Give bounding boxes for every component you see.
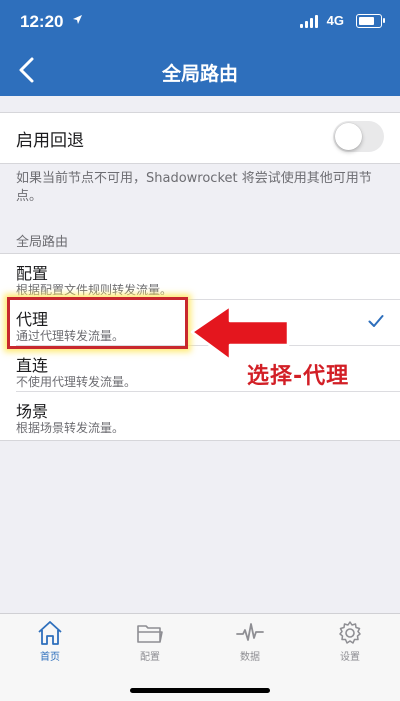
tab-label: 配置 <box>140 652 160 663</box>
location-arrow-icon <box>73 15 82 24</box>
tab-settings[interactable]: 设置 <box>320 620 380 664</box>
option-subtitle: 不使用代理转发流量。 <box>16 375 137 389</box>
network-type: 4G <box>326 13 344 28</box>
status-right: 4G <box>282 13 385 31</box>
tab-label: 首页 <box>40 652 60 663</box>
signal-icon <box>300 15 320 28</box>
fallback-label: 启用回退 <box>16 131 84 151</box>
battery-icon <box>356 14 385 28</box>
gear-icon <box>339 621 361 644</box>
tab-bar: 首页 配置 数据 设置 <box>0 613 400 701</box>
tab-data[interactable]: 数据 <box>220 620 280 664</box>
fallback-row: 启用回退 <box>0 112 400 164</box>
option-subtitle: 根据配置文件规则转发流量。 <box>16 283 173 297</box>
annotation-text: 选择-代理 <box>247 364 350 389</box>
tab-label: 设置 <box>340 652 360 663</box>
checkmark-icon <box>368 315 384 327</box>
navigation-bar: 全局路由 <box>0 44 400 96</box>
fallback-toggle[interactable] <box>333 121 384 152</box>
home-icon <box>38 621 62 645</box>
page-title: 全局路由 <box>161 63 238 85</box>
option-config[interactable]: 配置 根据配置文件规则转发流量。 <box>0 254 400 300</box>
tab-label: 数据 <box>240 652 260 663</box>
fallback-note: 如果当前节点不可用，Shadowrocket 将尝试使用其他可用节点。 <box>16 171 372 204</box>
option-scene[interactable]: 场景 根据场景转发流量。 <box>0 392 400 438</box>
home-indicator <box>130 688 270 693</box>
tab-config[interactable]: 配置 <box>120 620 180 664</box>
option-subtitle: 根据场景转发流量。 <box>16 421 125 435</box>
status-bar: 12:20 4G <box>0 0 400 44</box>
status-time: 12:20 <box>20 12 64 31</box>
tab-home[interactable]: 首页 <box>20 620 80 664</box>
toggle-knob <box>335 123 362 150</box>
folder-icon <box>137 625 163 643</box>
red-arrow-icon <box>190 304 290 362</box>
waveform-icon <box>236 623 264 641</box>
section-header: 全局路由 <box>16 235 69 250</box>
highlight-box <box>7 297 188 349</box>
